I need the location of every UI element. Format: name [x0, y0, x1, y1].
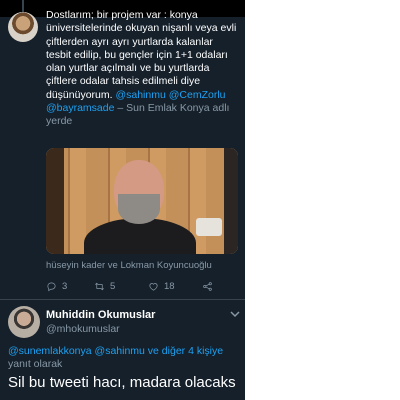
share-button[interactable] — [202, 281, 213, 292]
reply-button[interactable]: 3 — [46, 281, 67, 292]
tweet-actions: 3 5 18 — [46, 281, 236, 295]
retweet-icon — [95, 282, 104, 291]
display-name[interactable]: Muhiddin Okumuslar — [46, 309, 155, 321]
replying-to: @sunemlakkonya @sahinmu ve diğer 4 kişiy… — [8, 345, 223, 371]
retweet-button[interactable]: 5 — [94, 281, 115, 292]
reply-icon — [47, 282, 56, 292]
like-button[interactable]: 18 — [148, 281, 175, 292]
location-separator: – — [114, 102, 127, 115]
like-icon — [149, 283, 158, 291]
chevron-down-icon[interactable] — [230, 309, 240, 319]
tweet-line: çiftlerden ayrı ayrı yurtlarda kalanlar — [46, 35, 213, 48]
photo-desk-phone — [196, 218, 222, 236]
mention-link[interactable]: @bayramsade — [46, 102, 114, 114]
avatar[interactable] — [8, 306, 40, 338]
user-handle[interactable]: @mhokumuslar — [46, 323, 120, 335]
tweet-line: Dostlarım; bir projem var : konya — [46, 9, 198, 21]
reply-count: 3 — [62, 281, 68, 292]
retweet-count: 5 — [110, 281, 116, 292]
avatar[interactable] — [8, 12, 38, 42]
photo-person-beard — [118, 194, 160, 224]
tweet-line: @bayramsade – Sun Emlak Konya adlı yerde — [46, 102, 242, 129]
photo-door-frame — [46, 148, 64, 254]
mention-link[interactable]: @CemZorlu — [169, 89, 226, 101]
tweet-photo[interactable] — [46, 148, 238, 254]
divider — [0, 299, 245, 300]
tweet-line: tesbit edilip, bu gençler için 1+1 odala… — [46, 48, 228, 61]
tweet-line: düşünüyorum. @sahinmu @CemZorlu — [46, 89, 242, 102]
tweet-line-end: düşünüyorum. — [46, 88, 113, 101]
tweet-text: Dostlarım; bir projem var : konya üniver… — [46, 9, 242, 129]
tweet-line: üniversitelerinde okuyan nişanlı veya ev… — [46, 22, 237, 35]
mention-link[interactable]: @sahinmu — [115, 89, 165, 101]
reply-tweet-text: Sil bu tweeti hacı, madara olacaks — [8, 374, 236, 391]
photo-dark-edge — [224, 148, 238, 254]
tweet-line: çiftlere odalar tahsis edilmeli diye — [46, 75, 201, 88]
replying-to-suffix: yanıt olarak — [8, 358, 63, 370]
tagged-people[interactable]: hüseyin kader ve Lokman Koyuncuoğlu — [46, 260, 212, 271]
tweet-line: olan yurtlar açılmalı ve bu yurtlarda — [46, 62, 210, 75]
share-icon — [203, 282, 212, 291]
replying-to-link[interactable]: @sunemlakkonya @sahinmu ve diğer 4 kişiy… — [8, 345, 223, 358]
twitter-app: Dostlarım; bir projem var : konya üniver… — [0, 0, 245, 400]
like-count: 18 — [164, 281, 175, 292]
